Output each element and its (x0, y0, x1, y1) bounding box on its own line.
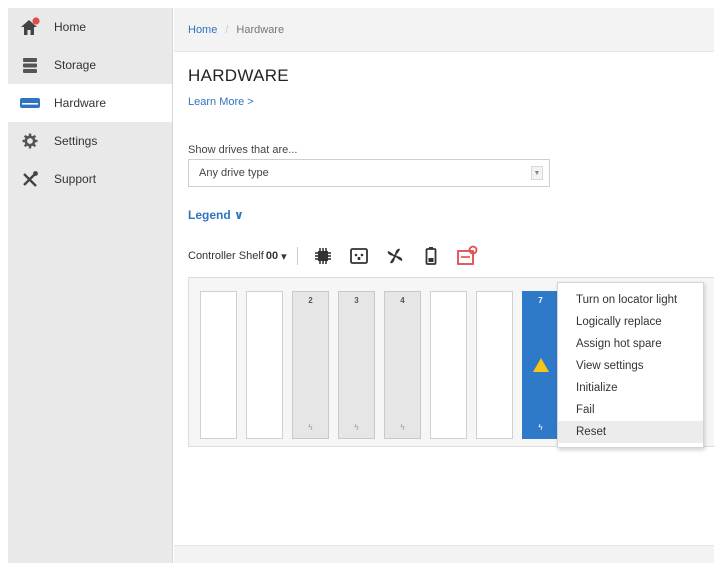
sidebar-item-home[interactable]: Home (8, 8, 172, 46)
menu-item-reset[interactable]: Reset (558, 421, 703, 443)
drive-bay[interactable] (476, 291, 513, 439)
menu-item-turn-on-locator-light[interactable]: Turn on locator light (558, 289, 703, 311)
fan-icon[interactable] (384, 245, 406, 267)
warning-icon (532, 357, 550, 375)
power-bolt-icon: ϟ (308, 423, 313, 432)
sidebar: Home Storage Hardware Settings Support (8, 8, 173, 563)
breadcrumb-separator: / (225, 23, 229, 36)
drive-context-menu: Turn on locator light Logically replace … (557, 282, 704, 448)
sidebar-item-hardware[interactable]: Hardware (8, 84, 172, 122)
chevron-down-icon[interactable]: ▼ (531, 166, 543, 180)
controller-chip-icon[interactable] (312, 245, 334, 267)
sidebar-item-label: Hardware (54, 96, 107, 110)
gear-icon (18, 131, 42, 151)
sidebar-item-label: Settings (54, 134, 98, 148)
power-bolt-icon: ϟ (400, 423, 405, 432)
drive-filter-label: Show drives that are... (188, 144, 298, 156)
breadcrumb-current: Hardware (236, 23, 285, 36)
drive-bay[interactable]: 2 ϟ (292, 291, 329, 439)
learn-more-link[interactable]: Learn More > (188, 96, 254, 108)
storage-icon (18, 55, 42, 75)
drive-bay-number: 4 (400, 296, 405, 305)
home-icon (18, 17, 42, 37)
shelf-selector-prefix: Controller Shelf (188, 250, 264, 262)
sidebar-item-label: Storage (54, 58, 97, 72)
chevron-down-icon: ▾ (281, 250, 287, 263)
hardware-icon (18, 93, 42, 113)
drive-bay[interactable] (430, 291, 467, 439)
sidebar-item-storage[interactable]: Storage (8, 46, 172, 84)
drive-bay[interactable] (200, 291, 237, 439)
shelf-selector-id: 00 (265, 250, 279, 262)
drive-bay[interactable]: 4 ϟ (384, 291, 421, 439)
breadcrumb: Home / Hardware (174, 8, 714, 52)
drive-type-select-value: Any drive type (199, 167, 269, 179)
power-bolt-icon: ϟ (354, 423, 359, 432)
sidebar-item-label: Home (54, 20, 87, 34)
drive-type-select[interactable]: Any drive type ▼ (188, 159, 550, 187)
drive-bay[interactable]: 3 ϟ (338, 291, 375, 439)
page-title: HARDWARE (188, 66, 289, 85)
sidebar-item-label: Support (54, 172, 97, 186)
menu-item-view-settings[interactable]: View settings (558, 355, 703, 377)
legend-toggle[interactable]: Legend ∨ (188, 208, 244, 222)
alert-shelf-icon[interactable] (456, 245, 478, 267)
drive-bay-number: 2 (308, 296, 313, 305)
menu-item-logically-replace[interactable]: Logically replace (558, 311, 703, 333)
power-bolt-icon: ϟ (538, 423, 543, 432)
footer (174, 545, 714, 563)
shelf-toolbar-divider (296, 247, 298, 265)
tools-icon (18, 169, 42, 189)
shelf-toolbar: Controller Shelf 00 ▾ (188, 244, 492, 268)
shelf-selector[interactable]: Controller Shelf 00 ▾ (188, 250, 287, 263)
sidebar-item-settings[interactable]: Settings (8, 122, 172, 160)
menu-item-fail[interactable]: Fail (558, 399, 703, 421)
battery-icon[interactable] (420, 245, 442, 267)
drive-bay-number: 7 (538, 296, 543, 305)
drive-bay-selected[interactable]: 7 ϟ (522, 291, 559, 439)
breadcrumb-home-link[interactable]: Home (188, 24, 217, 36)
menu-item-assign-hot-spare[interactable]: Assign hot spare (558, 333, 703, 355)
power-supply-icon[interactable] (348, 245, 370, 267)
menu-item-initialize[interactable]: Initialize (558, 377, 703, 399)
sidebar-item-support[interactable]: Support (8, 160, 172, 198)
drive-bay-number: 3 (354, 296, 359, 305)
drive-bay[interactable] (246, 291, 283, 439)
